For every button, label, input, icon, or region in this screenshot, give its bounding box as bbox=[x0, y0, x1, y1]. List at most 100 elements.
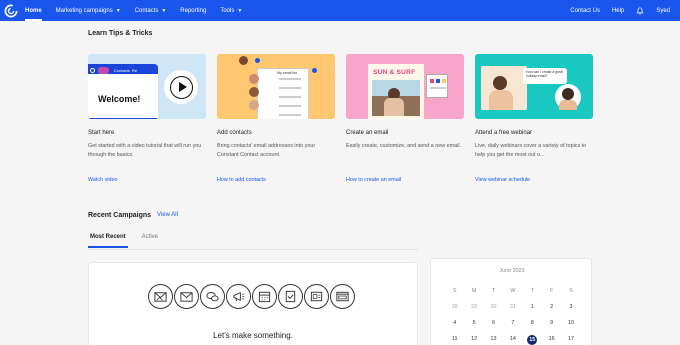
contact-us-label: Contact Us bbox=[570, 7, 600, 14]
color-picker-panel bbox=[426, 74, 448, 98]
tip-card-webinar[interactable]: How can I create a great holiday email? … bbox=[475, 54, 593, 183]
avatar bbox=[249, 87, 259, 97]
nav-item-label: Home bbox=[25, 7, 42, 14]
tab-most-recent[interactable]: Most Recent bbox=[88, 234, 128, 248]
help-label: Help bbox=[611, 7, 625, 14]
tip-card-add-contacts[interactable]: My email list Add contacts Bring contact… bbox=[217, 54, 335, 183]
main-nav: Home Marketing campaigns ▼ Contacts ▼ Repo… bbox=[25, 0, 256, 21]
calendar-day[interactable]: 2 bbox=[542, 303, 561, 312]
chevron-down-icon: ▼ bbox=[115, 7, 121, 14]
megaphone-icon bbox=[226, 284, 251, 309]
card-title: Create an email bbox=[346, 130, 389, 136]
notifications-button[interactable] bbox=[636, 0, 644, 21]
weekday-header: T bbox=[491, 288, 496, 294]
plus-icon bbox=[255, 58, 260, 63]
thumb-tab-label: Contacts bbox=[114, 68, 130, 73]
calendar-day[interactable]: 7 bbox=[503, 319, 522, 328]
calendar-day-today[interactable]: 15 bbox=[527, 334, 538, 345]
card-description: Live, daily webinars cover a variety of … bbox=[475, 143, 587, 158]
bell-icon bbox=[636, 6, 644, 15]
calendar-day[interactable]: 1 bbox=[523, 303, 542, 312]
calendar-day[interactable]: 29 bbox=[464, 303, 483, 312]
create-email-thumbnail: SUN & SURF bbox=[346, 54, 464, 119]
how-to-add-contacts-link[interactable]: How to add contacts bbox=[217, 177, 266, 183]
video-thumbnail[interactable]: Contacts Re Welcome! bbox=[88, 54, 206, 119]
email-envelope-icon bbox=[174, 284, 199, 309]
calendar-grid: S M T W T F S 28 29 30 31 1 2 3 4 5 6 7 … bbox=[445, 287, 581, 345]
calendar-day[interactable]: 31 bbox=[503, 303, 522, 312]
calendar-day[interactable]: 16 bbox=[542, 335, 561, 344]
avatar bbox=[249, 100, 259, 110]
thumb-welcome-text: Welcome! bbox=[98, 94, 141, 104]
contact-us-link[interactable]: Contact Us bbox=[570, 0, 600, 21]
view-all-link[interactable]: View All bbox=[157, 212, 178, 218]
calendar-day[interactable]: 10 bbox=[561, 319, 580, 328]
chat-bubble-text: How can I create a great holiday email? bbox=[526, 70, 563, 78]
weekday-header: M bbox=[471, 288, 477, 294]
weekday-header: S bbox=[569, 288, 573, 294]
nav-item-marketing-campaigns[interactable]: Marketing campaigns ▼ bbox=[56, 0, 121, 21]
calendar-day[interactable]: 30 bbox=[484, 303, 503, 312]
weekday-header: T bbox=[530, 288, 534, 294]
card-title: Start here bbox=[88, 130, 115, 136]
calendar-day[interactable]: 28 bbox=[445, 303, 464, 312]
calendar-day[interactable]: 4 bbox=[445, 319, 464, 328]
chat-bubbles-icon bbox=[200, 284, 225, 309]
nav-item-tools[interactable]: Tools ▼ bbox=[220, 0, 242, 21]
tab-active[interactable]: Active bbox=[142, 234, 158, 248]
how-to-create-email-link[interactable]: How to create an email bbox=[346, 177, 401, 183]
nav-item-home[interactable]: Home bbox=[25, 0, 42, 21]
recent-campaigns-title: Recent Campaigns bbox=[88, 212, 152, 219]
user-menu[interactable]: Syed bbox=[656, 0, 670, 21]
view-webinar-schedule-link[interactable]: View webinar schedule bbox=[475, 177, 530, 183]
campaign-type-icons bbox=[148, 284, 356, 309]
nav-item-label: Reporting bbox=[180, 7, 207, 14]
calendar-day[interactable]: 3 bbox=[561, 303, 580, 312]
chevron-down-icon: ▼ bbox=[237, 7, 243, 14]
beach-photo bbox=[372, 80, 420, 116]
nav-item-label: Contacts bbox=[134, 7, 159, 14]
thumb-list-title: My email list bbox=[277, 71, 297, 75]
calendar-day[interactable]: 17 bbox=[561, 335, 580, 344]
calendar-month-label: June 2023 bbox=[499, 268, 525, 274]
weekday-header: S bbox=[452, 288, 457, 294]
watch-video-link[interactable]: Watch video bbox=[88, 177, 117, 183]
tip-card-start-here[interactable]: Contacts Re Welcome! Start here Get star… bbox=[88, 54, 206, 183]
thumb-headline: SUN & SURF bbox=[373, 69, 416, 76]
nav-item-reporting[interactable]: Reporting bbox=[180, 0, 206, 21]
webinar-thumbnail: How can I create a great holiday email? bbox=[475, 54, 593, 119]
chevron-down-icon: ▼ bbox=[161, 7, 167, 14]
constant-contact-logo-icon[interactable] bbox=[0, 0, 21, 21]
calendar-day[interactable]: 14 bbox=[503, 335, 522, 344]
nav-item-contacts[interactable]: Contacts ▼ bbox=[135, 0, 167, 21]
thumb-tab-label: Re bbox=[132, 68, 138, 73]
calendar-day[interactable]: 12 bbox=[464, 335, 483, 344]
avatar bbox=[555, 84, 581, 110]
email-image-icon bbox=[148, 284, 173, 309]
campaign-tabs: Most Recent Active bbox=[88, 234, 172, 248]
calendar-day[interactable]: 13 bbox=[484, 335, 503, 344]
calendar-day[interactable]: 5 bbox=[464, 319, 483, 328]
checklist-icon bbox=[278, 284, 303, 309]
webinar-video-frame bbox=[481, 66, 527, 110]
calendar-widget: June 2023 S M T W T F S 28 29 30 31 1 2 … bbox=[430, 258, 592, 345]
avatar bbox=[249, 74, 259, 84]
calendar-day[interactable]: 9 bbox=[542, 319, 561, 328]
calendar-day[interactable]: 6 bbox=[484, 319, 503, 328]
website-icon bbox=[330, 284, 355, 309]
card-title: Attend a free webinar bbox=[475, 130, 533, 136]
help-link[interactable]: Help bbox=[612, 0, 624, 21]
user-name: Syed bbox=[656, 7, 670, 14]
avatar bbox=[239, 56, 248, 65]
calendar-day[interactable]: 8 bbox=[523, 319, 542, 328]
add-contacts-thumbnail: My email list bbox=[217, 54, 335, 119]
calendar-day[interactable]: 11 bbox=[445, 335, 464, 344]
tip-card-create-email[interactable]: SUN & SURF Create an email Easily create… bbox=[346, 54, 464, 183]
weekday-header: W bbox=[510, 288, 516, 294]
chat-bubble: How can I create a great holiday email? bbox=[523, 68, 567, 84]
calendar-icon bbox=[252, 284, 277, 309]
nav-item-label: Marketing campaigns bbox=[55, 7, 113, 14]
play-icon[interactable] bbox=[164, 70, 198, 104]
card-description: Get started with a video tutorial that w… bbox=[88, 143, 202, 158]
card-description: Bring contacts' email addresses into you… bbox=[217, 143, 316, 158]
